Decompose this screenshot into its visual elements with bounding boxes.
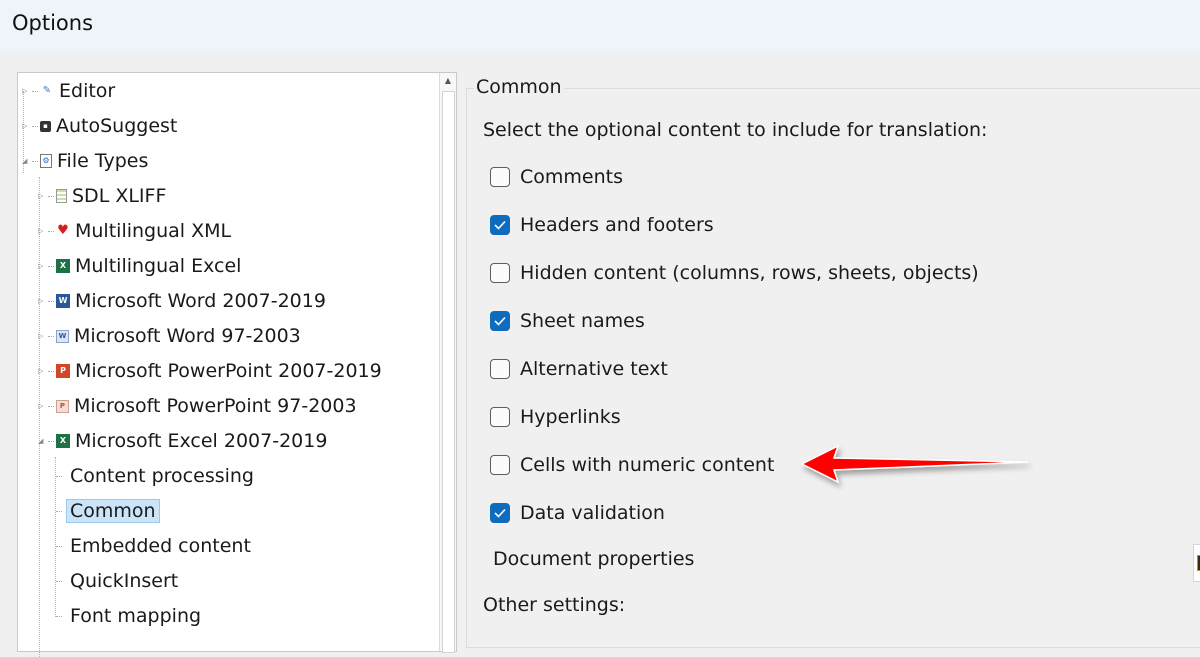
annotation-arrow-icon — [800, 444, 1029, 484]
autosuggest-icon: ▪ — [40, 120, 51, 132]
checkbox-label: Hyperlinks — [520, 406, 621, 428]
checkbox-label: Alternative text — [520, 358, 668, 380]
options-tree: ▷ ✎ Editor ▷ ▪ AutoSuggest ◢ ⚙ File Type… — [17, 72, 457, 657]
window-title: Options — [12, 11, 94, 35]
checkbox-hidden-content[interactable]: Hidden content (columns, rows, sheets, o… — [490, 260, 979, 286]
tree-item-word-97[interactable]: ▷ W Microsoft Word 97-2003 — [38, 321, 301, 351]
tree-item-embedded-content[interactable]: Embedded content — [56, 531, 251, 561]
tree-item-label: Microsoft PowerPoint 97-2003 — [74, 395, 357, 417]
checkbox-hyperlinks[interactable]: Hyperlinks — [490, 404, 621, 430]
scrollbar-thumb[interactable] — [442, 91, 455, 653]
intro-text: Select the optional content to include f… — [483, 119, 988, 141]
checkbox-label: Comments — [520, 166, 623, 188]
tree-item-content-processing[interactable]: Content processing — [56, 461, 254, 491]
tree-item-powerpoint-97[interactable]: ▷ P Microsoft PowerPoint 97-2003 — [38, 391, 357, 421]
checkbox-box[interactable] — [490, 263, 510, 283]
tree-item-label: File Types — [57, 150, 149, 172]
tree-item-label: Font mapping — [70, 605, 202, 627]
tree-item-common[interactable]: Common — [56, 496, 160, 526]
tree-item-label: Microsoft Excel 2007-2019 — [75, 430, 328, 452]
expand-arrow-icon[interactable]: ▷ — [38, 367, 46, 375]
excel-icon: X — [56, 434, 70, 448]
tree-item-label: Content processing — [70, 465, 254, 487]
checkbox-comments[interactable]: Comments — [490, 164, 623, 190]
checkbox-numeric-cells[interactable]: Cells with numeric content — [490, 452, 774, 478]
tree-item-label: SDL XLIFF — [72, 185, 167, 207]
expand-arrow-icon[interactable]: ▷ — [38, 297, 46, 305]
checkbox-box[interactable] — [490, 215, 510, 235]
tree-item-label: Editor — [59, 80, 116, 102]
tree-item-label: Microsoft PowerPoint 2007-2019 — [75, 360, 382, 382]
tree-item-label: QuickInsert — [70, 570, 179, 592]
tree-item-powerpoint-2007[interactable]: ▷ P Microsoft PowerPoint 2007-2019 — [38, 356, 382, 386]
checkbox-headers-footers[interactable]: Headers and footers — [490, 212, 714, 238]
checkbox-box[interactable] — [490, 359, 510, 379]
checkbox-box[interactable] — [490, 455, 510, 475]
expand-arrow-icon[interactable]: ▷ — [22, 122, 30, 130]
checkbox-label: Hidden content (columns, rows, sheets, o… — [520, 262, 979, 284]
pencil-icon: ✎ — [42, 85, 52, 96]
tree-item-label: AutoSuggest — [56, 115, 178, 137]
tree-item-multilingual-xml[interactable]: ▷ ♥ Multilingual XML — [38, 216, 231, 246]
powerpoint-icon: P — [56, 364, 70, 378]
tree-item-editor[interactable]: ▷ ✎ Editor — [22, 76, 115, 106]
checkbox-data-validation[interactable]: Data validation — [490, 500, 665, 526]
checkbox-box[interactable] — [490, 407, 510, 427]
collapse-arrow-icon[interactable]: ◢ — [22, 157, 30, 165]
title-bar: Options — [0, 0, 1200, 52]
tree-item-font-mapping[interactable]: Font mapping — [56, 601, 201, 631]
tree-item-file-types[interactable]: ◢ ⚙ File Types — [22, 146, 148, 176]
tree-item-label-selected: Common — [66, 499, 160, 523]
checkbox-box[interactable] — [490, 503, 510, 523]
expand-arrow-icon[interactable]: ▷ — [38, 227, 46, 235]
powerpoint-legacy-icon: P — [56, 399, 69, 413]
checkbox-box[interactable] — [490, 311, 510, 331]
checkbox-label: Headers and footers — [520, 214, 714, 236]
tree-item-label: Microsoft Word 2007-2019 — [75, 290, 326, 312]
tree-item-label: Multilingual Excel — [75, 255, 242, 277]
checkbox-label: Data validation — [520, 502, 665, 524]
tree-item-label: Embedded content — [70, 535, 251, 557]
expand-arrow-icon[interactable]: ▷ — [22, 87, 30, 95]
tree-item-multilingual-excel[interactable]: ▷ X Multilingual Excel — [38, 251, 241, 281]
word-legacy-icon: W — [56, 329, 69, 343]
expand-arrow-icon[interactable]: ▷ — [38, 332, 46, 340]
collapse-arrow-icon[interactable]: ◢ — [38, 437, 46, 445]
sdl-xliff-icon — [56, 189, 67, 203]
tree-item-excel-2007[interactable]: ◢ X Microsoft Excel 2007-2019 — [38, 426, 327, 456]
checkbox-sheet-names[interactable]: Sheet names — [490, 308, 645, 334]
word-icon: W — [56, 294, 70, 308]
other-settings-label: Other settings: — [483, 594, 626, 616]
document-properties-label: Document properties — [493, 548, 695, 570]
expand-arrow-icon[interactable]: ▷ — [38, 402, 46, 410]
group-title: Common — [474, 76, 564, 98]
expand-arrow-icon[interactable]: ▷ — [38, 192, 46, 200]
tree-scrollbar[interactable]: ▲ — [439, 73, 456, 653]
checkbox-label: Sheet names — [520, 310, 645, 332]
checkbox-alternative-text[interactable]: Alternative text — [490, 356, 668, 382]
tree-item-word-2007[interactable]: ▷ W Microsoft Word 2007-2019 — [38, 286, 326, 316]
multilingual-xml-icon: ♥ — [57, 223, 69, 238]
file-types-icon: ⚙ — [40, 154, 52, 168]
tree-item-quickinsert[interactable]: QuickInsert — [56, 566, 178, 596]
document-properties-button[interactable] — [1193, 544, 1200, 582]
checkbox-box[interactable] — [490, 167, 510, 187]
checkbox-label: Cells with numeric content — [520, 454, 775, 476]
tree-item-label: Microsoft Word 97-2003 — [74, 325, 301, 347]
tree-item-sdl-xliff[interactable]: ▷ SDL XLIFF — [38, 181, 166, 211]
multilingual-excel-icon: X — [56, 259, 70, 273]
tree-item-autosuggest[interactable]: ▷ ▪ AutoSuggest — [22, 111, 177, 141]
tree-item-label: Multilingual XML — [75, 220, 232, 242]
expand-arrow-icon[interactable]: ▷ — [38, 262, 46, 270]
scroll-up-icon[interactable]: ▲ — [442, 75, 454, 87]
